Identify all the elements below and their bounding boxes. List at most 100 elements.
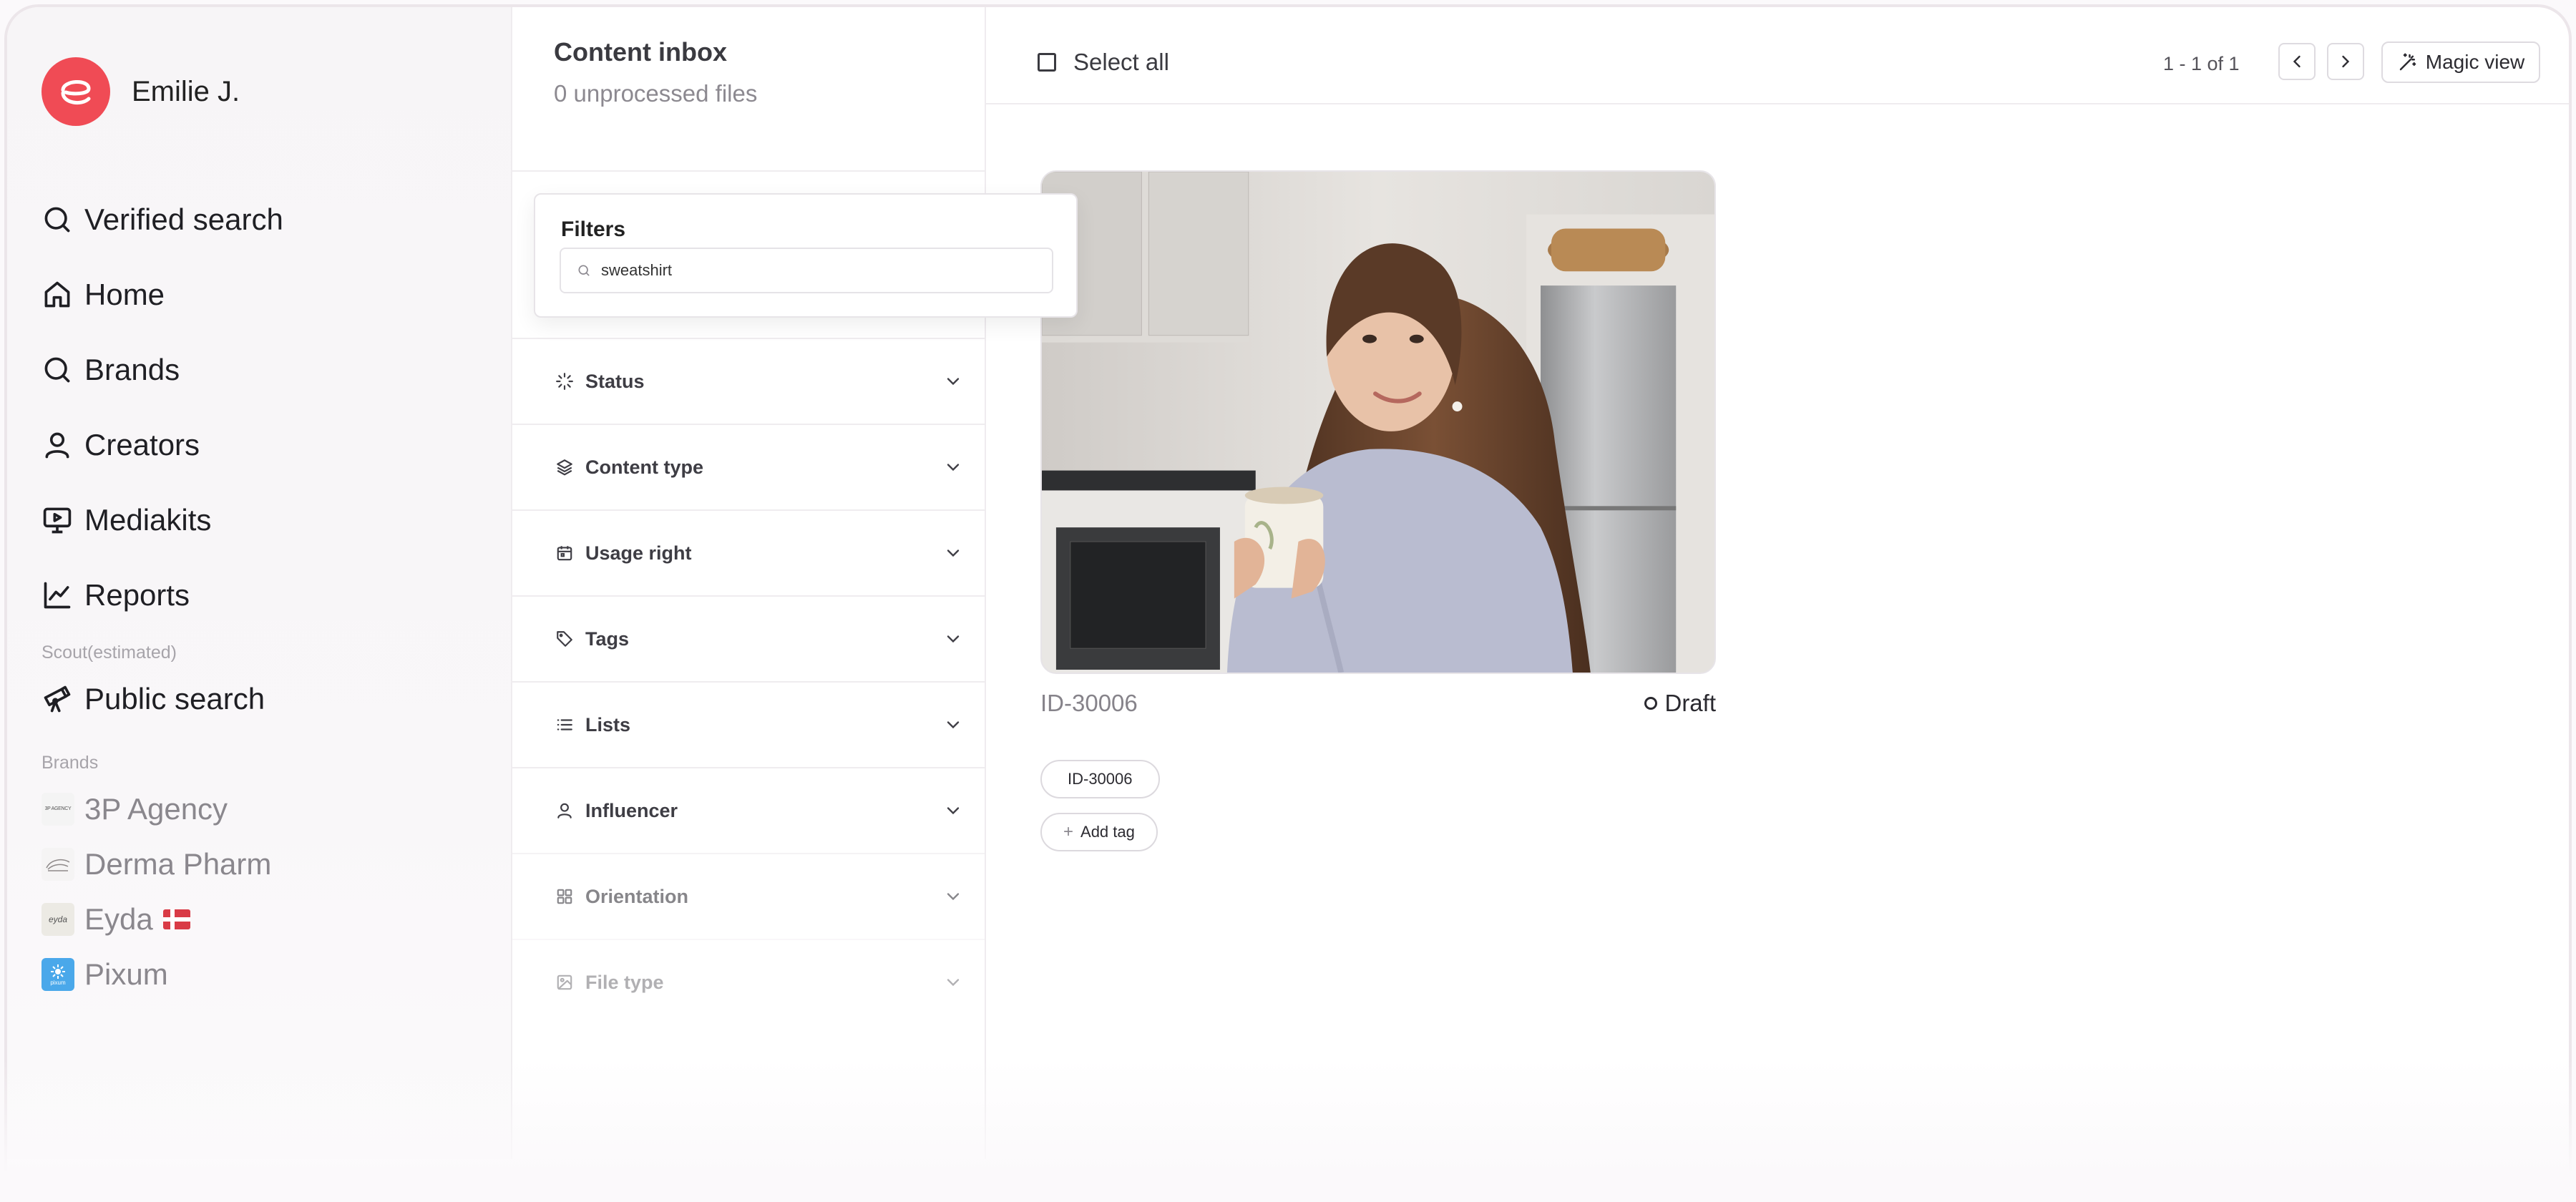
filter-status[interactable]: Status (512, 338, 985, 424)
filter-label: Usage right (585, 542, 692, 564)
chevron-down-icon (947, 893, 960, 901)
inbox-subtitle: 0 unprocessed files (554, 80, 758, 107)
filters-title: Filters (561, 218, 626, 241)
brand-item-pixum[interactable]: pixum Pixum (42, 947, 271, 1002)
content-thumbnail[interactable] (1040, 170, 1716, 674)
content-card[interactable]: ID-30006 Draft ID-30006 + Add tag (1040, 170, 1716, 851)
filter-usage-right[interactable]: Usage right (512, 509, 985, 595)
brand-item-eyda[interactable]: eyda Eyda (42, 891, 271, 947)
brand-list: 3P AGENCY 3P Agency Derma Pharm eyda Eyd… (42, 781, 271, 1002)
filter-label: Status (585, 370, 645, 392)
status-circle-icon (1644, 697, 1658, 710)
filter-tags[interactable]: Tags (512, 595, 985, 681)
filters-popover: Filters (534, 193, 1078, 318)
brand-item-derma-pharm[interactable]: Derma Pharm (42, 836, 271, 891)
divider (512, 170, 985, 172)
main-nav: Verified search Home Brands Creators Med… (42, 182, 283, 632)
magic-view-button[interactable]: Magic view (2381, 41, 2540, 83)
content-meta: ID-30006 Draft (1040, 690, 1716, 717)
brand-logo: 3P AGENCY (42, 792, 74, 826)
next-page-button[interactable] (2327, 43, 2364, 80)
chevron-down-icon (947, 807, 960, 815)
nav-label: Creators (84, 427, 200, 461)
nav-label: Brands (84, 352, 180, 386)
filters-search-input[interactable] (601, 261, 1030, 280)
filter-label: Orientation (585, 885, 689, 907)
magic-wand-icon (2399, 53, 2416, 71)
nav-label: Home (84, 277, 165, 311)
filter-label: File type (585, 971, 664, 993)
user-icon (557, 803, 572, 819)
telescope-icon (44, 685, 71, 712)
brand-logo (42, 847, 74, 881)
select-all-label: Select all (1073, 49, 1169, 75)
filter-influencer[interactable]: Influencer (512, 767, 985, 853)
filter-label: Content type (585, 456, 703, 478)
select-all-toggle[interactable]: Select all (1038, 49, 1169, 76)
content-area: Select all 1 - 1 of 1 Magic view ID-3000… (986, 7, 2569, 1159)
user-icon (45, 432, 69, 458)
search-icon (44, 207, 70, 232)
add-tag-label: Add tag (1080, 823, 1135, 841)
chevron-down-icon (947, 721, 960, 729)
chevron-down-icon (947, 378, 960, 386)
nav-brands[interactable]: Brands (42, 332, 283, 407)
brand-logo-icon (42, 57, 110, 126)
chevron-down-icon (947, 979, 960, 987)
calendar-icon (557, 546, 572, 561)
add-tag-button[interactable]: + Add tag (1040, 813, 1158, 851)
nav-home[interactable]: Home (42, 257, 283, 332)
filter-sections: Status Content type Usage right Tags Lis (512, 338, 985, 1025)
filter-lists[interactable]: Lists (512, 681, 985, 767)
filter-label: Tags (585, 627, 630, 650)
select-all-checkbox[interactable] (1038, 53, 1056, 72)
nav-creators[interactable]: Creators (42, 407, 283, 482)
content-id: ID-30006 (1040, 690, 1138, 716)
brand-logo: pixum (42, 957, 74, 991)
filter-label: Influencer (585, 799, 678, 821)
brands-section-label: Brands (42, 753, 99, 773)
nav-reports[interactable]: Reports (42, 557, 283, 632)
home-icon (44, 281, 70, 307)
nav-public-search[interactable]: Public search (42, 661, 265, 736)
filter-file-type[interactable]: File type (512, 939, 985, 1025)
pagination-status: 1 - 1 of 1 (2163, 53, 2240, 74)
kitchen-photo-image (1042, 172, 1714, 673)
plus-icon: + (1063, 822, 1074, 841)
tag-list: ID-30006 + Add tag (1040, 760, 1716, 851)
app-window: Emilie J. Verified search Home Brands Cr… (4, 4, 2572, 1202)
brand-logo: eyda (42, 902, 74, 936)
tag-icon (557, 631, 572, 647)
magic-view-label: Magic view (2425, 51, 2525, 73)
scout-section-label: Scout(estimated) (42, 642, 177, 663)
status-label: Draft (1664, 690, 1716, 716)
chevron-down-icon (947, 635, 960, 643)
brand-label: 3P Agency (84, 791, 228, 826)
nav-label: Mediakits (84, 502, 212, 537)
brand-label: Eyda (84, 902, 153, 936)
chevron-left-icon (2293, 55, 2301, 68)
search-icon (44, 357, 70, 382)
chevron-down-icon (947, 549, 960, 557)
presentation-icon (43, 507, 72, 533)
nav-label: Verified search (84, 202, 283, 236)
nav-mediakits[interactable]: Mediakits (42, 482, 283, 557)
inbox-title: Content inbox (554, 37, 727, 67)
nav-verified-search[interactable]: Verified search (42, 182, 283, 257)
nav-label: Reports (84, 577, 190, 612)
chevron-down-icon (947, 464, 960, 471)
tag-chip[interactable]: ID-30006 (1040, 760, 1160, 798)
filters-search-box[interactable] (560, 248, 1053, 293)
layers-icon (557, 459, 572, 476)
prev-page-button[interactable] (2278, 43, 2316, 80)
grid-icon (557, 889, 572, 904)
list-icon (557, 719, 572, 731)
brand-item-3p-agency[interactable]: 3P AGENCY 3P Agency (42, 781, 271, 836)
image-icon (557, 974, 572, 990)
filter-content-type[interactable]: Content type (512, 424, 985, 509)
user-profile[interactable]: Emilie J. (42, 57, 240, 126)
nav-label: Public search (84, 681, 265, 715)
search-icon (578, 265, 590, 276)
content-toolbar: Select all 1 - 1 of 1 Magic view (986, 7, 2569, 104)
filter-orientation[interactable]: Orientation (512, 853, 985, 939)
